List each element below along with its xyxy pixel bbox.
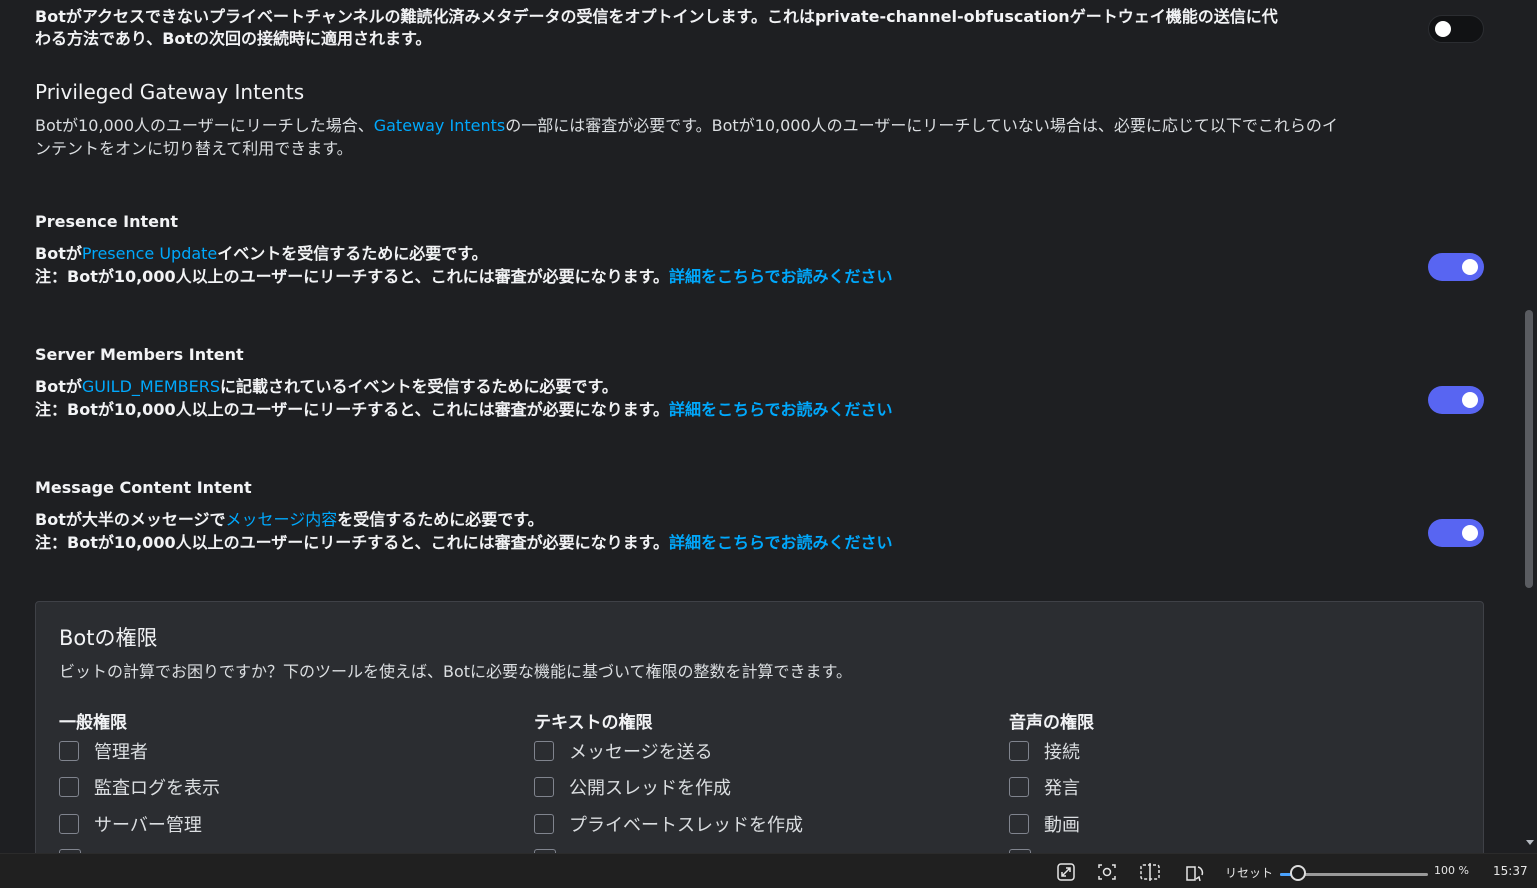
gateway-intents-link[interactable]: Gateway Intents (374, 116, 506, 135)
permission-label: サーバー管理 (94, 815, 202, 836)
intent-desc-pre: Botが大半のメッセージで (35, 510, 226, 529)
permission-checkbox-row[interactable]: 発言 (1009, 775, 1080, 799)
zoom-level: 100 % (1434, 864, 1469, 877)
message-content-link[interactable]: メッセージ内容 (226, 510, 338, 529)
scrollbar-thumb[interactable] (1525, 310, 1533, 588)
expand-icon[interactable] (1056, 863, 1076, 881)
read-more-link[interactable]: 詳細をこちらでお読みください (669, 267, 893, 286)
read-more-link[interactable]: 詳細をこちらでお読みください (669, 400, 893, 419)
checkbox[interactable] (534, 741, 554, 761)
intent-desc-presence: BotがPresence Updateイベントを受信するために必要です。 (35, 243, 488, 265)
permission-checkbox-row[interactable]: プライベートスレッドを作成 (534, 812, 803, 836)
checkbox[interactable] (59, 777, 79, 797)
permission-label: 発言 (1044, 778, 1080, 799)
privileged-desc-pre: Botが10,000人のユーザーにリーチした場合、 (35, 116, 374, 135)
obfuscation-desc-line1: Botがアクセスできないプライベートチャンネルの難読化済みメタデータの受信をオプ… (35, 7, 1278, 26)
main-content: Botがアクセスできないプライベートチャンネルの難読化済みメタデータの受信をオプ… (0, 0, 1523, 853)
rotate-icon[interactable] (1183, 863, 1204, 882)
permission-checkbox-row[interactable]: 接続 (1009, 739, 1080, 763)
presence-update-link[interactable]: Presence Update (82, 244, 217, 263)
permission-label: 監査ログを表示 (94, 778, 220, 799)
intent-note-message-content: 注：Botが10,000人以上のユーザーにリーチすると、これには審査が必要になり… (35, 532, 893, 554)
checkbox[interactable] (534, 814, 554, 834)
permission-label: 動画 (1044, 815, 1080, 836)
toggle-knob (1435, 21, 1451, 37)
intent-note-text: 注：Botが10,000人以上のユーザーにリーチすると、これには審査が必要になり… (35, 533, 670, 552)
privileged-intents-desc-line2: ンテントをオンに切り替えて利用できます。 (35, 139, 353, 158)
presence-intent-toggle[interactable] (1428, 253, 1484, 281)
intent-title-server-members: Server Members Intent (35, 345, 244, 364)
privileged-desc-post: の一部には審査が必要です。Botが10,000人のユーザーにリーチしていない場合… (505, 116, 1338, 135)
permission-checkbox-row[interactable]: サーバー管理 (59, 812, 202, 836)
permission-label: 接続 (1044, 742, 1080, 763)
permission-label: 管理者 (94, 742, 148, 763)
checkbox[interactable] (534, 777, 554, 797)
permission-checkbox-row[interactable]: メッセージを送る (534, 739, 713, 763)
permission-label: メッセージを送る (569, 742, 713, 763)
split-view-icon[interactable] (1139, 863, 1160, 881)
read-more-link[interactable]: 詳細をこちらでお読みください (669, 533, 893, 552)
toggle-knob (1462, 259, 1478, 275)
intent-title-presence: Presence Intent (35, 212, 179, 231)
zoom-slider-thumb[interactable] (1289, 865, 1306, 881)
bot-permissions-panel: Botの権限 ビットの計算でお困りですか？下のツールを使えば、Botに必要な機能… (35, 601, 1484, 853)
text-permissions-heading: テキストの権限 (534, 713, 653, 733)
message-content-intent-toggle[interactable] (1428, 519, 1484, 547)
intent-note-text: 注：Botが10,000人以上のユーザーにリーチすると、これには審査が必要になり… (35, 267, 670, 286)
privileged-intents-title: Privileged Gateway Intents (35, 80, 305, 104)
obfuscation-toggle[interactable] (1428, 15, 1484, 43)
permission-checkbox-row[interactable]: 監査ログを表示 (59, 775, 220, 799)
bot-permissions-desc: ビットの計算でお困りですか？下のツールを使えば、Botに必要な機能に基づいて権限… (59, 662, 852, 681)
intent-title-message-content: Message Content Intent (35, 478, 252, 497)
intent-desc-post: イベントを受信するために必要です。 (217, 244, 488, 263)
intent-desc-message-content: Botが大半のメッセージでメッセージ内容を受信するために必要です。 (35, 509, 544, 531)
bot-permissions-title: Botの権限 (59, 626, 158, 650)
checkbox[interactable] (59, 741, 79, 761)
toggle-knob (1462, 525, 1478, 541)
intent-note-server-members: 注：Botが10,000人以上のユーザーにリーチすると、これには審査が必要になり… (35, 399, 893, 421)
scroll-down-arrow-icon[interactable] (1526, 840, 1534, 845)
intent-desc-post: を受信するために必要です。 (337, 510, 544, 529)
permission-label: 公開スレッドを作成 (569, 778, 731, 799)
permission-checkbox-row[interactable]: 公開スレッドを作成 (534, 775, 731, 799)
voice-permissions-heading: 音声の権限 (1009, 713, 1094, 733)
guild-members-link[interactable]: GUILD_MEMBERS (82, 377, 220, 396)
viewer-toolbar: リセット 100 % 15:37 (0, 853, 1537, 888)
privileged-intents-desc: Botが10,000人のユーザーにリーチした場合、Gateway Intents… (35, 115, 1338, 137)
intent-desc-pre: Botが (35, 244, 82, 263)
checkbox[interactable] (1009, 777, 1029, 797)
screenshot-icon[interactable] (1097, 863, 1117, 881)
permission-checkbox-row[interactable]: 動画 (1009, 812, 1080, 836)
checkbox[interactable] (59, 814, 79, 834)
reset-button[interactable]: リセット (1225, 864, 1273, 881)
permission-label: プライベートスレッドを作成 (569, 815, 803, 836)
intent-desc-pre: Botが (35, 377, 82, 396)
obfuscation-desc-line2: わる方法であり、Botの次回の接続時に適用されます。 (35, 29, 432, 48)
intent-note-text: 注：Botが10,000人以上のユーザーにリーチすると、これには審査が必要になり… (35, 400, 670, 419)
permission-checkbox-row[interactable]: 管理者 (59, 739, 148, 763)
clock: 15:37 (1493, 864, 1528, 878)
general-permissions-heading: 一般権限 (59, 713, 127, 733)
checkbox[interactable] (1009, 814, 1029, 834)
intent-desc-post: に記載されているイベントを受信するために必要です。 (219, 377, 618, 396)
toggle-knob (1462, 392, 1478, 408)
checkbox[interactable] (1009, 741, 1029, 761)
intent-note-presence: 注：Botが10,000人以上のユーザーにリーチすると、これには審査が必要になり… (35, 266, 893, 288)
server-members-intent-toggle[interactable] (1428, 386, 1484, 414)
intent-desc-server-members: BotがGUILD_MEMBERSに記載されているイベントを受信するために必要で… (35, 376, 618, 398)
